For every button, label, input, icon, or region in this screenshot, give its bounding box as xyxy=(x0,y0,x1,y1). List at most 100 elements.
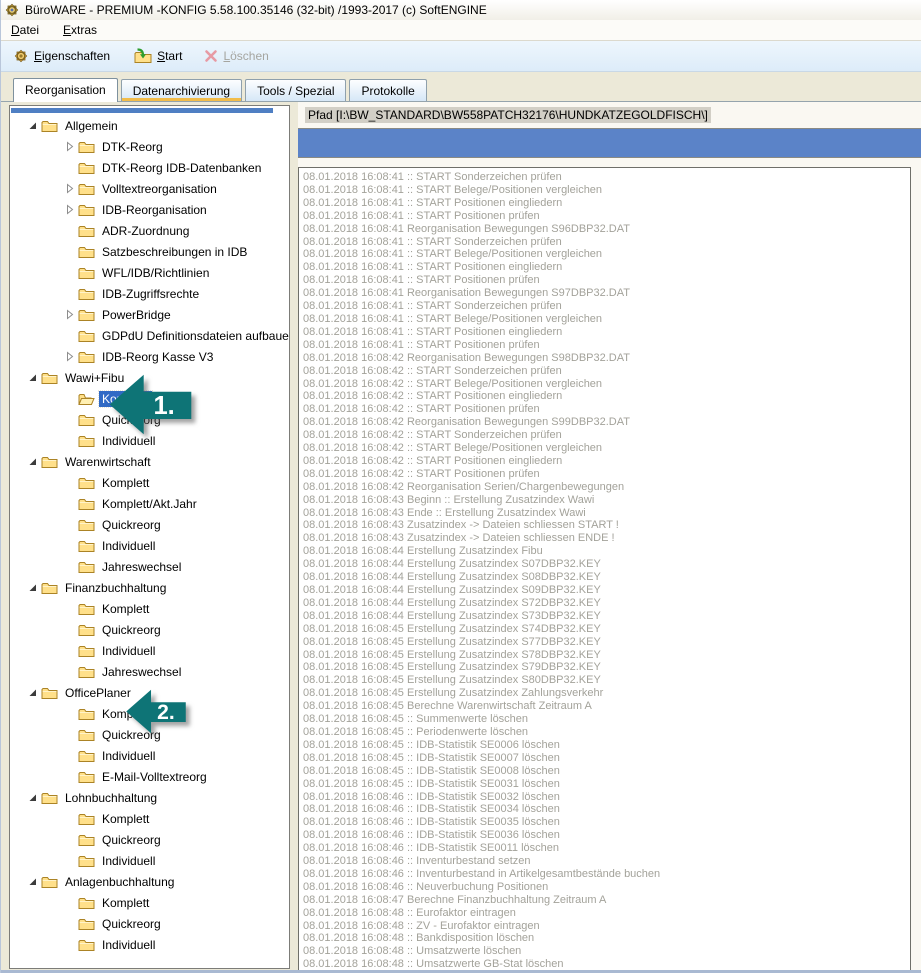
expander-expanded-icon[interactable] xyxy=(26,456,38,468)
tree-item-quickreorg[interactable]: Quickreorg xyxy=(10,619,289,640)
expander-collapsed-icon[interactable] xyxy=(63,351,75,363)
log-output[interactable]: 08.01.2018 16:08:41 :: START Sonderzeich… xyxy=(298,167,911,973)
tool-label: Eigenschaften xyxy=(34,49,110,63)
tree-item-quickreorg[interactable]: Quickreorg xyxy=(10,829,289,850)
tree-item-idb-zugriffsrechte[interactable]: IDB-Zugriffsrechte xyxy=(10,283,289,304)
expander-expanded-icon[interactable] xyxy=(26,687,38,699)
tree-item-label: Komplett xyxy=(99,706,152,722)
tab-tools-spezial[interactable]: Tools / Spezial xyxy=(245,79,346,101)
tree-item-quickreorg[interactable]: Quickreorg xyxy=(10,409,289,430)
tree-item-individuell[interactable]: Individuell xyxy=(10,640,289,661)
tree-item-individuell[interactable]: Individuell xyxy=(10,934,289,955)
tree-item-individuell[interactable]: Individuell xyxy=(10,535,289,556)
tree-item-label: IDB-Reorg Kasse V3 xyxy=(99,349,216,365)
log-line: 08.01.2018 16:08:45 Erstellung Zusatzind… xyxy=(303,661,910,674)
folder-closed-icon xyxy=(78,140,95,154)
folder-closed-icon xyxy=(78,329,95,343)
log-line: 08.01.2018 16:08:46 :: IDB-Statistik SE0… xyxy=(303,842,910,855)
menu-item-datei[interactable]: Datei xyxy=(9,22,41,38)
log-line: 08.01.2018 16:08:42 :: START Belege/Posi… xyxy=(303,442,910,455)
log-line: 08.01.2018 16:08:48 :: Eurofaktor eintra… xyxy=(303,907,910,920)
tree-item-wawi-fibu[interactable]: Wawi+Fibu xyxy=(10,367,289,388)
tree-item-adr-zuordnung[interactable]: ADR-Zuordnung xyxy=(10,220,289,241)
expander-collapsed-icon[interactable] xyxy=(63,141,75,153)
tab-reorganisation[interactable]: Reorganisation xyxy=(13,78,118,102)
tree-item-gdpdu-definitionsdateien-aufbauen[interactable]: GDPdU Definitionsdateien aufbauen xyxy=(10,325,289,346)
tree-item-idb-reorg-kasse-v3[interactable]: IDB-Reorg Kasse V3 xyxy=(10,346,289,367)
tree-item-label: GDPdU Definitionsdateien aufbauen xyxy=(99,328,290,344)
tree-item-jahreswechsel[interactable]: Jahreswechsel xyxy=(10,556,289,577)
tree-item-volltextreorganisation[interactable]: Volltextreorganisation xyxy=(10,178,289,199)
tab-protokolle[interactable]: Protokolle xyxy=(349,79,426,101)
tree-item-allgemein[interactable]: Allgemein xyxy=(10,115,289,136)
folder-closed-icon xyxy=(78,539,95,553)
tree-item-officeplaner[interactable]: OfficePlaner xyxy=(10,682,289,703)
tree-item-label: Quickreorg xyxy=(99,622,164,638)
tree-item-dtk-reorg-idb-datenbanken[interactable]: DTK-Reorg IDB-Datenbanken xyxy=(10,157,289,178)
expander-expanded-icon[interactable] xyxy=(26,120,38,132)
log-line: 08.01.2018 16:08:45 Erstellung Zusatzind… xyxy=(303,674,910,687)
tree-item-komplett[interactable]: Komplett xyxy=(10,892,289,913)
tree-item-quickreorg[interactable]: Quickreorg xyxy=(10,724,289,745)
tree-item-wfl-idb-richtlinien[interactable]: WFL/IDB/Richtlinien xyxy=(10,262,289,283)
tab-datenarchivierung[interactable]: Datenarchivierung xyxy=(121,79,242,101)
folder-closed-icon xyxy=(78,665,95,679)
folder-closed-icon xyxy=(41,119,58,133)
tree-item-quickreorg[interactable]: Quickreorg xyxy=(10,913,289,934)
tree-item-lohnbuchhaltung[interactable]: Lohnbuchhaltung xyxy=(10,787,289,808)
expander-spacer xyxy=(63,435,75,447)
menu-item-extras[interactable]: Extras xyxy=(61,22,99,38)
log-line: 08.01.2018 16:08:46 :: Neuverbuchung Pos… xyxy=(303,881,910,894)
tree-item-finanzbuchhaltung[interactable]: Finanzbuchhaltung xyxy=(10,577,289,598)
tree-item-jahreswechsel[interactable]: Jahreswechsel xyxy=(10,661,289,682)
log-line: 08.01.2018 16:08:41 :: START Positionen … xyxy=(303,339,910,352)
expander-spacer xyxy=(63,729,75,741)
expander-expanded-icon[interactable] xyxy=(26,792,38,804)
tree-item-komplett[interactable]: Komplett xyxy=(10,703,289,724)
log-line: 08.01.2018 16:08:42 :: START Positionen … xyxy=(303,468,910,481)
log-line: 08.01.2018 16:08:48 :: Umsatzwerte lösch… xyxy=(303,945,910,958)
tree-item-komplett[interactable]: Komplett xyxy=(10,388,289,409)
tree-item-label: Individuell xyxy=(99,937,158,953)
tree-item-e-mail-volltextreorg[interactable]: E-Mail-Volltextreorg xyxy=(10,766,289,787)
folder-closed-icon xyxy=(41,581,58,595)
expander-collapsed-icon[interactable] xyxy=(63,309,75,321)
folder-closed-icon xyxy=(78,266,95,280)
folder-closed-icon xyxy=(78,707,95,721)
tree-item-quickreorg[interactable]: Quickreorg xyxy=(10,514,289,535)
expander-expanded-icon[interactable] xyxy=(26,876,38,888)
tree-item-dtk-reorg[interactable]: DTK-Reorg xyxy=(10,136,289,157)
tree-item-idb-reorganisation[interactable]: IDB-Reorganisation xyxy=(10,199,289,220)
tree-item-anlagenbuchhaltung[interactable]: Anlagenbuchhaltung xyxy=(10,871,289,892)
tree-item-individuell[interactable]: Individuell xyxy=(10,430,289,451)
expander-spacer xyxy=(63,267,75,279)
tree-item-label: WFL/IDB/Richtlinien xyxy=(99,265,212,281)
tree-item-label: Komplett xyxy=(99,601,152,617)
expander-collapsed-icon[interactable] xyxy=(63,183,75,195)
log-line: 08.01.2018 16:08:46 :: IDB-Statistik SE0… xyxy=(303,829,910,842)
tree-item-individuell[interactable]: Individuell xyxy=(10,745,289,766)
tree-item-warenwirtschaft[interactable]: Warenwirtschaft xyxy=(10,451,289,472)
tree-item-komplett[interactable]: Komplett xyxy=(10,472,289,493)
expander-expanded-icon[interactable] xyxy=(26,372,38,384)
start-button[interactable]: Start xyxy=(128,46,186,66)
tree-item-satzbeschreibungen-in-idb[interactable]: Satzbeschreibungen in IDB xyxy=(10,241,289,262)
tree-item-komplett[interactable]: Komplett xyxy=(10,808,289,829)
tree-item-komplett-akt-jahr[interactable]: Komplett/Akt.Jahr xyxy=(10,493,289,514)
folder-closed-icon xyxy=(78,623,95,637)
expander-expanded-icon[interactable] xyxy=(26,582,38,594)
folder-closed-icon xyxy=(78,917,95,931)
log-line: 08.01.2018 16:08:43 Ende :: Erstellung Z… xyxy=(303,507,910,520)
tree-item-powerbridge[interactable]: PowerBridge xyxy=(10,304,289,325)
log-line: 08.01.2018 16:08:42 :: START Positionen … xyxy=(303,390,910,403)
log-line: 08.01.2018 16:08:45 Erstellung Zusatzind… xyxy=(303,687,910,700)
eigenschaften-button[interactable]: Eigenschaften xyxy=(9,46,114,66)
expander-spacer xyxy=(63,225,75,237)
expander-spacer xyxy=(63,540,75,552)
tree-item-individuell[interactable]: Individuell xyxy=(10,850,289,871)
tree-item-label: DTK-Reorg xyxy=(99,139,166,155)
tree-item-komplett[interactable]: Komplett xyxy=(10,598,289,619)
log-line: 08.01.2018 16:08:41 :: START Positionen … xyxy=(303,197,910,210)
log-line: 08.01.2018 16:08:45 :: IDB-Statistik SE0… xyxy=(303,739,910,752)
expander-collapsed-icon[interactable] xyxy=(63,204,75,216)
